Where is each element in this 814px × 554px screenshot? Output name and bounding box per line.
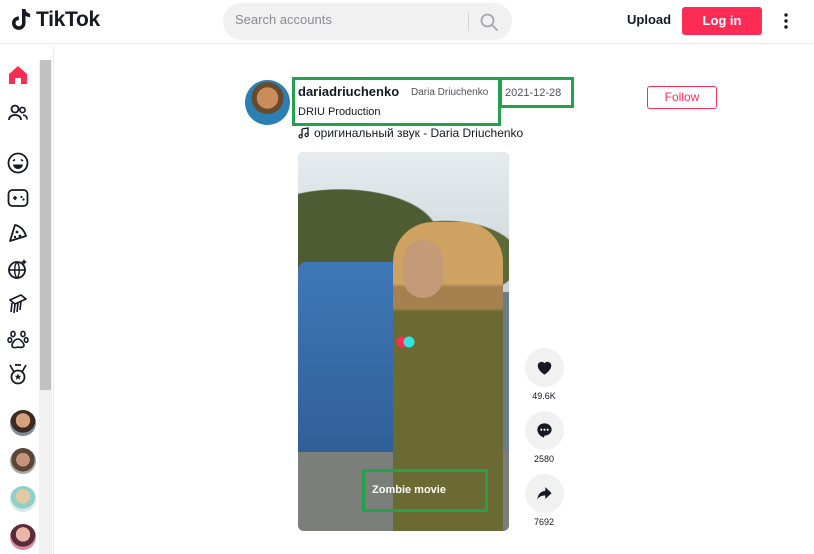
share-count: 7692 <box>533 517 555 527</box>
comedy-icon[interactable] <box>6 151 30 175</box>
following-icon[interactable] <box>6 101 30 125</box>
more-options-icon[interactable] <box>776 11 796 31</box>
highlight-box-author <box>292 77 501 126</box>
suggested-account-avatar[interactable] <box>10 524 36 550</box>
follow-button[interactable]: Follow <box>647 86 717 109</box>
comment-icon <box>537 423 552 438</box>
author-avatar[interactable] <box>245 80 290 125</box>
music-note-icon <box>298 127 309 139</box>
gaming-icon[interactable] <box>6 186 30 210</box>
suggested-account-avatar[interactable] <box>10 410 36 436</box>
top-bar: TikTok Upload Log in <box>0 0 814 44</box>
share-icon <box>537 487 552 500</box>
share-button[interactable] <box>525 474 564 513</box>
search-icon[interactable] <box>479 12 499 32</box>
upload-link[interactable]: Upload <box>627 12 671 27</box>
highlight-box-caption <box>362 469 488 512</box>
tiktok-logo[interactable]: TikTok <box>12 8 100 32</box>
sports-icon[interactable] <box>6 362 30 386</box>
comment-count: 2580 <box>533 454 555 464</box>
beauty-icon[interactable] <box>6 292 30 316</box>
search-divider <box>468 12 469 31</box>
sidebar-scrollbar[interactable] <box>39 60 52 554</box>
music-link[interactable]: оригинальный звук - Daria Driuchenko <box>298 126 523 140</box>
like-button[interactable] <box>525 348 564 387</box>
login-button[interactable]: Log in <box>682 7 762 35</box>
like-count: 49.6K <box>532 391 556 401</box>
suggested-account-avatar[interactable] <box>10 486 36 512</box>
suggested-account-avatar[interactable] <box>10 448 36 474</box>
home-icon[interactable] <box>6 63 30 87</box>
brand-name: TikTok <box>36 8 100 31</box>
tiktok-logo-icon <box>12 9 31 30</box>
tiktok-watermark-icon <box>396 336 415 348</box>
comment-button[interactable] <box>525 411 564 450</box>
highlight-box-date <box>499 77 574 108</box>
animals-icon[interactable] <box>6 327 30 351</box>
search-bar <box>223 3 512 40</box>
heart-icon <box>537 361 552 375</box>
scrollbar-thumb[interactable] <box>40 60 51 390</box>
music-title: оригинальный звук - Daria Driuchenko <box>314 126 524 140</box>
dance-icon[interactable] <box>6 257 30 281</box>
food-icon[interactable] <box>6 221 30 245</box>
search-input[interactable] <box>235 12 465 27</box>
